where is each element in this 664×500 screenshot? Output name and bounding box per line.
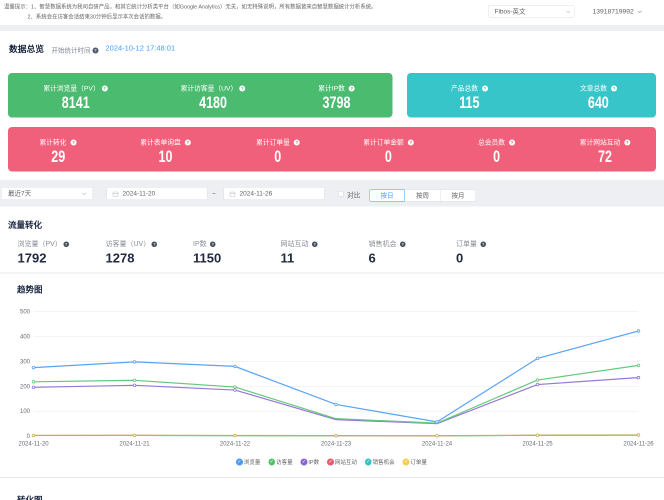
svg-text:2024-11-22: 2024-11-22 xyxy=(220,442,251,448)
svg-text:0: 0 xyxy=(27,434,31,440)
svg-text:2024-11-23: 2024-11-23 xyxy=(321,442,352,448)
svg-text:2024-11-24: 2024-11-24 xyxy=(422,442,453,448)
svg-text:2024-11-20: 2024-11-20 xyxy=(18,442,49,448)
svg-text:2024-11-25: 2024-11-25 xyxy=(522,442,553,448)
svg-text:2024-11-26: 2024-11-26 xyxy=(623,442,654,448)
svg-text:200: 200 xyxy=(20,384,31,390)
svg-text:400: 400 xyxy=(20,335,31,341)
svg-text:2024-11-21: 2024-11-21 xyxy=(119,442,150,448)
svg-text:300: 300 xyxy=(20,359,31,365)
svg-text:500: 500 xyxy=(20,310,31,316)
svg-text:100: 100 xyxy=(20,409,31,415)
